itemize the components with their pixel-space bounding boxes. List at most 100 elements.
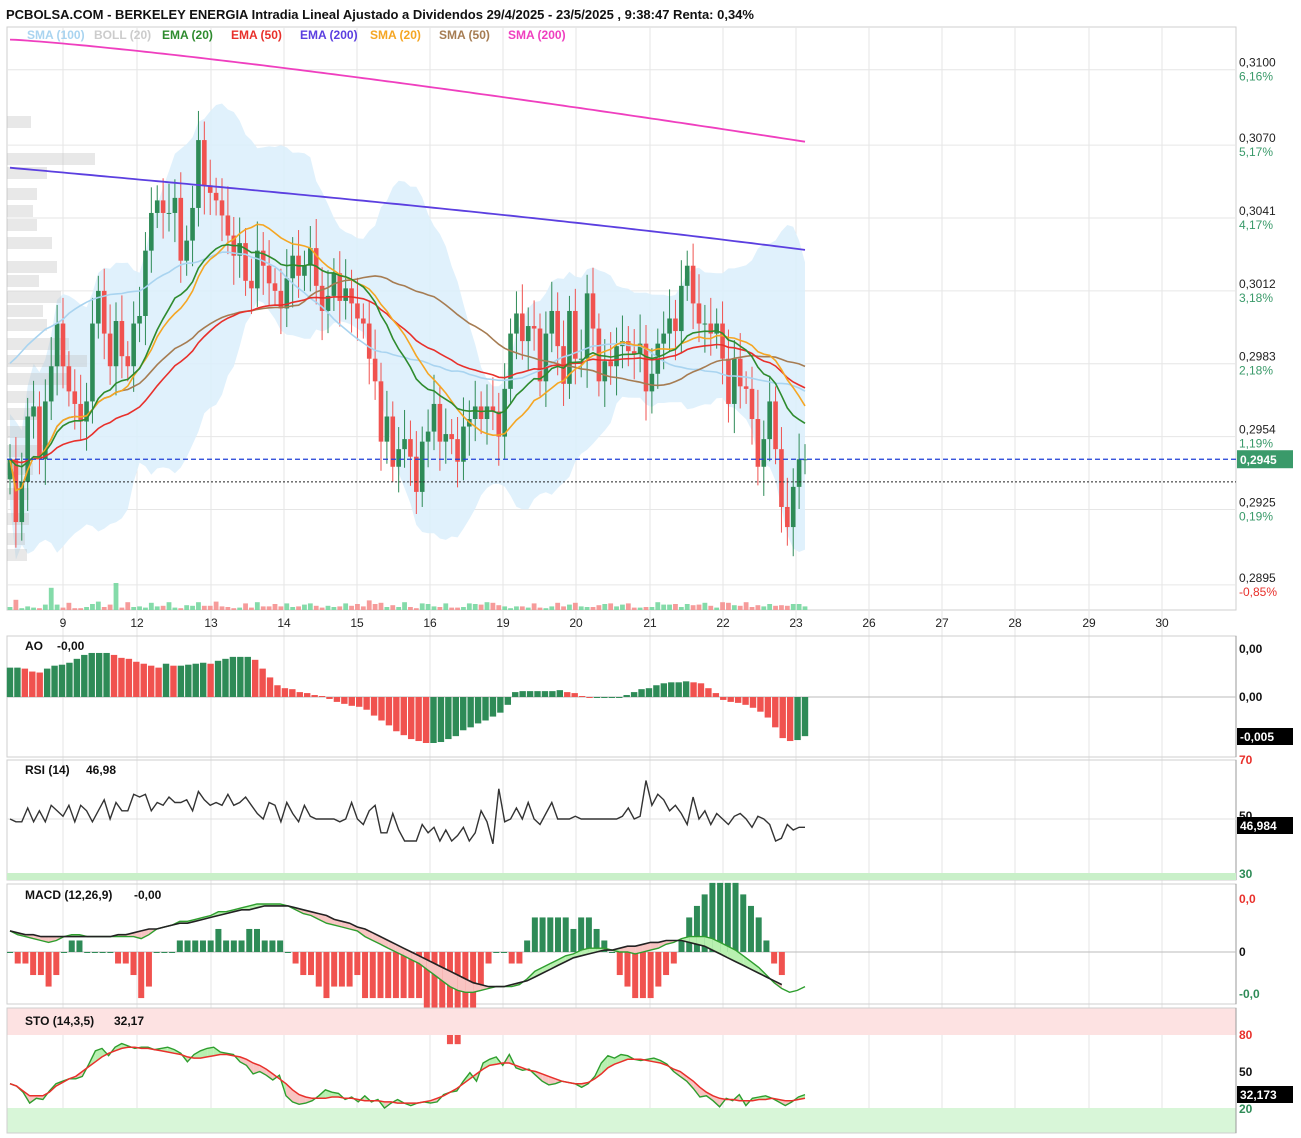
macd-histogram-bar [246,928,253,952]
volume-bar [472,604,478,610]
ao-bar [727,697,734,702]
volume-bar [790,604,796,610]
ao-bar [14,667,21,697]
macd-histogram-bar [539,917,546,952]
volume-bar [702,602,708,610]
macd-histogram-bar [670,952,677,964]
candle-body [455,439,460,462]
candle-body [525,326,531,342]
macd-histogram-bar [663,952,670,976]
candle-body [531,326,537,329]
ao-bar [318,696,326,697]
candle-body [113,321,119,367]
candle-body [196,140,201,208]
volume-bar [708,605,714,610]
candle-body [773,401,778,450]
candle-body [690,265,696,304]
volume-profile-bar [7,373,67,385]
volume-profile-bar [7,549,27,561]
candle-body [131,323,136,367]
candle-body [119,321,125,357]
candle-body [219,200,225,216]
ao-bar [341,697,348,704]
macd-histogram-bar [145,952,152,987]
ao-bar [437,697,445,743]
candle-body [767,401,772,440]
volume-bar [278,606,284,610]
macd-histogram-bar [176,940,183,952]
candle-body [343,288,348,301]
candle-body [667,318,672,334]
volume-bar [525,607,531,610]
ao-bar [95,652,103,697]
y-tick-percent: 6,16% [1239,70,1273,84]
candle-body [661,333,666,344]
macd-histogram-bar [609,952,616,953]
volume-bar [384,607,390,610]
volume-bar [773,605,778,610]
volume-bar [466,603,472,610]
ao-bar [489,697,497,717]
candle-body [749,388,755,420]
ao-bar [697,683,705,697]
x-tick-label: 23 [789,616,803,630]
volume-bar [667,604,672,610]
macd-histogram-bar [338,952,345,987]
volume-bar [42,604,48,610]
volume-bar [631,607,637,610]
volume-bar [243,603,248,610]
macd-histogram-bar [91,952,98,953]
volume-bar [48,587,54,610]
ao-bar [779,697,786,739]
volume-bar [19,608,25,610]
ao-bar [668,682,675,697]
volume-bar [90,604,95,610]
volume-bar [602,604,608,610]
x-tick-label: 13 [204,616,218,630]
candle-body [461,426,466,462]
ao-bar [140,663,147,697]
ao-bar [333,697,341,702]
x-tick-label: 22 [716,616,730,630]
volume-bar [408,607,413,610]
volume-bar [802,606,808,610]
macd-histogram-bar [253,928,260,952]
macd-histogram-bar [485,952,492,964]
macd-histogram-bar [238,940,245,952]
legend-item: SMA (20) [370,28,421,42]
macd-tick-top: 0,0 [1239,892,1256,906]
volume-bar [555,602,561,610]
ao-bar [720,697,727,700]
macd-histogram-bar [740,894,747,952]
macd-histogram-bar [578,917,585,952]
ao-bar [601,697,608,698]
ao-bar [103,652,110,697]
macd-histogram-bar [84,952,91,953]
candle-body [431,403,437,432]
ao-bar [712,693,720,697]
ao-bar [630,692,638,697]
ao-bar [296,692,303,697]
ao-bar [266,677,274,697]
sma200-line [9,38,806,143]
volume-bar [402,602,407,610]
volume-bar [443,603,449,610]
macd-histogram-bar [655,952,662,987]
ao-bar [385,697,393,726]
x-tick-label: 28 [1008,616,1022,630]
x-tick-label: 26 [862,616,876,630]
candle-body [149,212,154,251]
macd-histogram-bar [732,882,739,952]
macd-histogram-bar [161,952,168,953]
volume-bar [37,608,42,610]
candle-body [178,197,184,261]
volume-bar [160,605,166,610]
y-tick-percent: 1,19% [1239,437,1273,451]
volume-bar [196,602,201,610]
ao-bar [21,668,29,697]
volume-bar [319,607,325,610]
macd-histogram-bar [524,940,531,952]
ao-bar [660,683,668,697]
macd-histogram-bar [639,952,646,999]
ao-bar [147,665,155,697]
